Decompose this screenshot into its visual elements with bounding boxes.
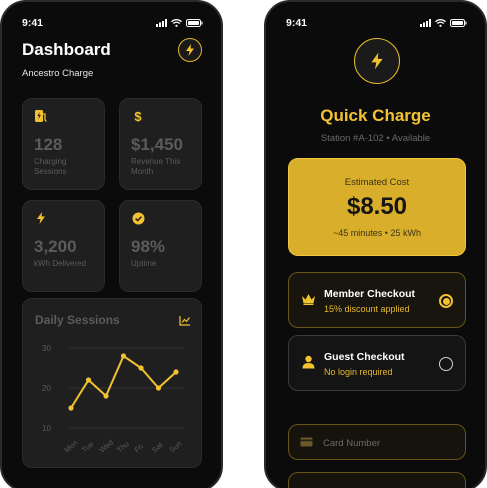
data-point bbox=[68, 405, 74, 411]
status-bar: 9:41 bbox=[286, 16, 467, 30]
stat-card-revenue[interactable]: $ $1,450 Revenue This Month bbox=[119, 98, 202, 190]
status-bar: 9:41 bbox=[22, 16, 203, 30]
member-radio[interactable] bbox=[439, 294, 453, 308]
member-checkout-option[interactable]: Member Checkout 15% discount applied bbox=[288, 272, 466, 328]
signal-icon bbox=[156, 19, 167, 27]
bolt-icon bbox=[34, 211, 48, 225]
status-icons bbox=[420, 19, 467, 27]
quick-charge-button[interactable] bbox=[178, 38, 202, 62]
wifi-icon bbox=[171, 19, 182, 27]
estimated-cost-card: Estimated Cost $8.50 ~45 minutes • 25 kW… bbox=[288, 158, 466, 256]
bolt-icon bbox=[371, 52, 383, 70]
stat-label: Revenue This Month bbox=[131, 157, 181, 176]
charge-bolt-badge bbox=[354, 38, 400, 84]
option-title: Guest Checkout bbox=[324, 351, 405, 363]
stat-card-uptime[interactable]: 98% Uptime bbox=[119, 200, 202, 292]
battery-icon bbox=[450, 19, 467, 27]
x-tick-label: Thu bbox=[115, 439, 131, 454]
stat-value: 3,200 bbox=[34, 237, 77, 256]
page-subtitle: Ancestro Charge bbox=[22, 68, 94, 79]
option-subtitle: 15% discount applied bbox=[324, 304, 410, 314]
next-input-field[interactable] bbox=[288, 472, 466, 488]
daily-sessions-chart: Daily Sessions 10 20 30 Mon Tue Wed Thu Fri Sat S… bbox=[22, 298, 202, 468]
quick-charge-screen: 9:41 Quick Charge Station #A-102 • Avail… bbox=[264, 0, 487, 488]
check-circle-icon bbox=[131, 211, 145, 225]
stat-label: kWh Delivered bbox=[34, 259, 87, 268]
bolt-icon bbox=[186, 44, 194, 56]
station-status: Station #A-102 • Available bbox=[320, 133, 431, 144]
cost-label: Estimated Cost bbox=[344, 177, 410, 188]
user-icon bbox=[300, 354, 316, 370]
data-point bbox=[85, 377, 92, 383]
status-time: 9:41 bbox=[286, 17, 308, 29]
stat-label: Charging Sessions bbox=[34, 157, 67, 176]
guest-checkout-option[interactable]: Guest Checkout No login required bbox=[288, 335, 466, 391]
page-title: Dashboard bbox=[22, 40, 111, 59]
stat-card-sessions[interactable]: 128 Charging Sessions bbox=[22, 98, 105, 190]
data-point bbox=[173, 369, 179, 375]
stat-value: 98% bbox=[131, 237, 166, 256]
x-tick-label: Fri bbox=[133, 442, 146, 455]
cost-detail: ~45 minutes • 25 kWh bbox=[333, 228, 421, 238]
x-tick-label: Sun bbox=[168, 439, 184, 454]
cost-value: $8.50 bbox=[346, 193, 408, 220]
x-tick-label: Tue bbox=[80, 440, 95, 455]
stat-value: $1,450 bbox=[131, 135, 183, 154]
option-subtitle: No login required bbox=[324, 367, 393, 377]
signal-icon bbox=[420, 19, 431, 27]
series-line bbox=[70, 354, 177, 409]
dashboard-screen: 9:41 Dashboard Ancestro Charge 128 Charg… bbox=[0, 0, 223, 488]
data-point bbox=[120, 353, 127, 359]
card-number-field[interactable] bbox=[288, 424, 466, 460]
x-tick-label: Wed bbox=[98, 438, 116, 455]
crown-icon bbox=[300, 291, 316, 307]
stat-value: 128 bbox=[34, 135, 63, 154]
page-title: Quick Charge bbox=[320, 106, 431, 125]
data-point bbox=[138, 365, 144, 371]
y-tick-label: 30 bbox=[42, 344, 51, 353]
status-icons bbox=[156, 19, 203, 27]
wifi-icon bbox=[435, 19, 446, 27]
y-tick-label: 10 bbox=[42, 424, 51, 433]
data-point bbox=[103, 393, 109, 399]
battery-icon bbox=[186, 19, 203, 27]
x-tick-label: Mon bbox=[63, 438, 80, 454]
data-point bbox=[155, 385, 162, 391]
option-title: Member Checkout bbox=[324, 288, 416, 300]
stat-card-kwh[interactable]: 3,200 kWh Delivered bbox=[22, 200, 105, 292]
stat-label: Uptime bbox=[131, 259, 157, 268]
dollar-icon: $ bbox=[134, 108, 142, 124]
guest-radio[interactable] bbox=[439, 357, 453, 371]
credit-card-icon bbox=[300, 437, 313, 447]
x-tick-label: Sat bbox=[150, 440, 165, 455]
ev-station-icon bbox=[34, 109, 48, 123]
status-time: 9:41 bbox=[22, 17, 44, 29]
line-chart: 10 20 30 Mon Tue Wed Thu Fri Sat Sun bbox=[42, 344, 185, 455]
y-tick-label: 20 bbox=[42, 384, 51, 393]
card-number-input[interactable] bbox=[323, 435, 453, 451]
